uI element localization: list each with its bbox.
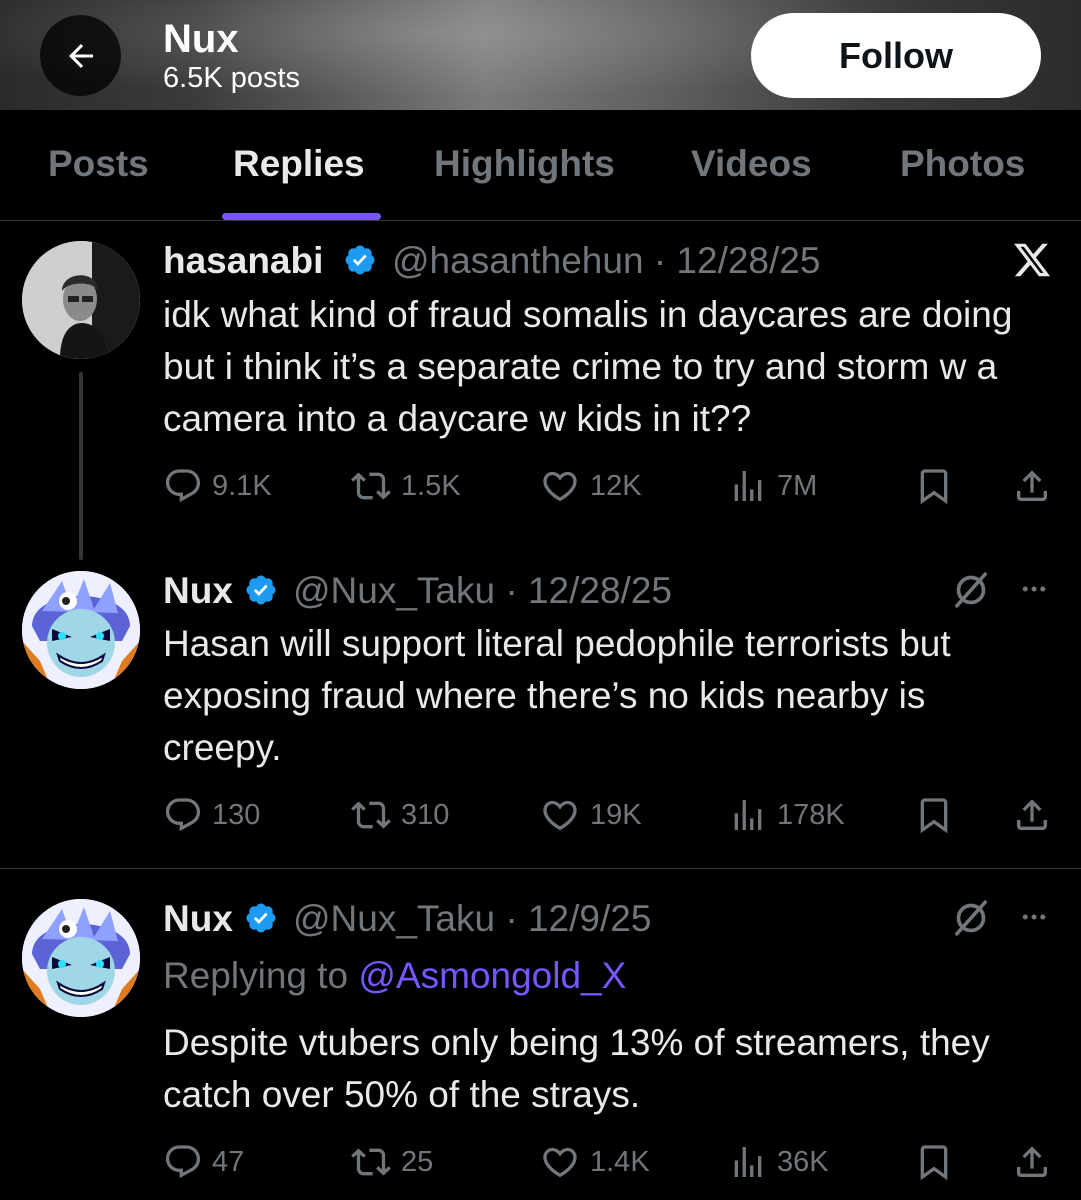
active-tab-indicator (222, 213, 381, 220)
follow-button[interactable]: Follow (751, 13, 1041, 98)
like-button[interactable]: 19K (539, 795, 642, 835)
bookmark-button[interactable] (914, 795, 954, 835)
verified-badge-icon (246, 575, 276, 605)
more-options-button[interactable] (1014, 902, 1054, 932)
bookmark-button[interactable] (914, 466, 954, 506)
avatar[interactable] (22, 241, 140, 359)
reply-icon (165, 798, 201, 832)
tab-photos[interactable]: Photos (900, 143, 1025, 185)
replying-to: Replying to @Asmongold_X (163, 955, 626, 997)
share-icon (1017, 1146, 1047, 1177)
more-icon (1022, 586, 1046, 592)
repost-button[interactable]: 1.5K (350, 466, 461, 506)
repost-button[interactable]: 310 (350, 795, 449, 835)
grok-icon[interactable] (950, 897, 992, 939)
like-count: 12K (590, 469, 642, 502)
tab-replies[interactable]: Replies (233, 143, 365, 185)
share-button[interactable] (1012, 1142, 1052, 1182)
like-button[interactable]: 1.4K (539, 1142, 650, 1182)
bookmark-icon (920, 469, 948, 505)
x-logo-icon (1010, 240, 1054, 280)
views-button[interactable]: 178K (728, 795, 845, 835)
handle-and-date[interactable]: @hasanthehun · 12/28/25 (392, 240, 820, 282)
verified-badge-icon (246, 903, 276, 933)
reply-button[interactable]: 9.1K (163, 466, 272, 506)
repost-icon (351, 1148, 391, 1176)
mention-link[interactable]: @Asmongold_X (358, 955, 626, 996)
repost-count: 310 (401, 798, 450, 831)
reply-button[interactable]: 47 (163, 1142, 244, 1182)
verified-badge-icon (345, 245, 375, 275)
avatar[interactable] (22, 571, 140, 689)
handle-and-date[interactable]: @Nux_Taku · 12/28/25 (293, 570, 672, 612)
view-count: 36K (777, 1145, 829, 1178)
tab-posts[interactable]: Posts (48, 143, 149, 185)
profile-header: Nux 6.5K posts Follow (0, 0, 1081, 110)
avatar[interactable] (22, 899, 140, 1017)
repost-icon (351, 472, 391, 500)
views-button[interactable]: 36K (728, 1142, 829, 1182)
heart-icon (543, 800, 577, 831)
more-icon (1022, 914, 1046, 920)
display-name[interactable]: hasanabi (163, 240, 323, 282)
views-button[interactable]: 7M (728, 466, 817, 506)
tweet-text: Hasan will support literal pedophile ter… (163, 623, 951, 768)
like-count: 19K (590, 798, 642, 831)
tabs-divider (0, 220, 1081, 221)
reply-button[interactable]: 130 (163, 795, 260, 835)
share-button[interactable] (1012, 466, 1052, 506)
tab-videos[interactable]: Videos (691, 143, 812, 185)
reply-icon (165, 1145, 201, 1179)
profile-tabs: Posts Replies Highlights Videos Photos (0, 110, 1081, 221)
tab-highlights[interactable]: Highlights (434, 143, 615, 185)
display-name[interactable]: Nux (163, 898, 233, 940)
repost-icon (351, 801, 391, 829)
back-button[interactable] (40, 15, 121, 96)
share-button[interactable] (1012, 795, 1052, 835)
repost-count: 1.5K (401, 469, 461, 502)
bookmark-icon (920, 1145, 948, 1181)
heart-icon (543, 471, 577, 502)
handle-and-date[interactable]: @Nux_Taku · 12/9/25 (293, 898, 651, 940)
profile-name: Nux (163, 17, 239, 61)
view-count: 178K (777, 798, 845, 831)
view-count: 7M (777, 469, 818, 502)
tweet-text: Despite vtubers only being 13% of stream… (163, 1022, 990, 1115)
views-icon (734, 471, 762, 501)
share-icon (1017, 470, 1047, 501)
bookmark-button[interactable] (914, 1142, 954, 1182)
heart-icon (543, 1147, 577, 1178)
replying-to-prefix: Replying to (163, 955, 359, 996)
arrow-left-icon (68, 43, 93, 68)
share-icon (1017, 799, 1047, 830)
display-name[interactable]: Nux (163, 570, 233, 612)
bookmark-icon (920, 798, 948, 834)
post-count: 6.5K posts (163, 62, 301, 94)
tweet-text: idk what kind of fraud somalis in daycar… (163, 294, 1013, 439)
reply-count: 47 (212, 1145, 245, 1178)
more-options-button[interactable] (1014, 574, 1054, 604)
repost-count: 25 (401, 1145, 434, 1178)
reply-icon (165, 469, 201, 503)
thread-connector (79, 372, 83, 560)
repost-button[interactable]: 25 (350, 1142, 433, 1182)
views-icon (734, 800, 762, 830)
grok-icon[interactable] (950, 569, 992, 611)
reply-count: 130 (212, 798, 261, 831)
tweet-divider (0, 868, 1081, 869)
views-icon (734, 1147, 762, 1177)
reply-count: 9.1K (212, 469, 272, 502)
like-button[interactable]: 12K (539, 466, 642, 506)
like-count: 1.4K (590, 1145, 650, 1178)
